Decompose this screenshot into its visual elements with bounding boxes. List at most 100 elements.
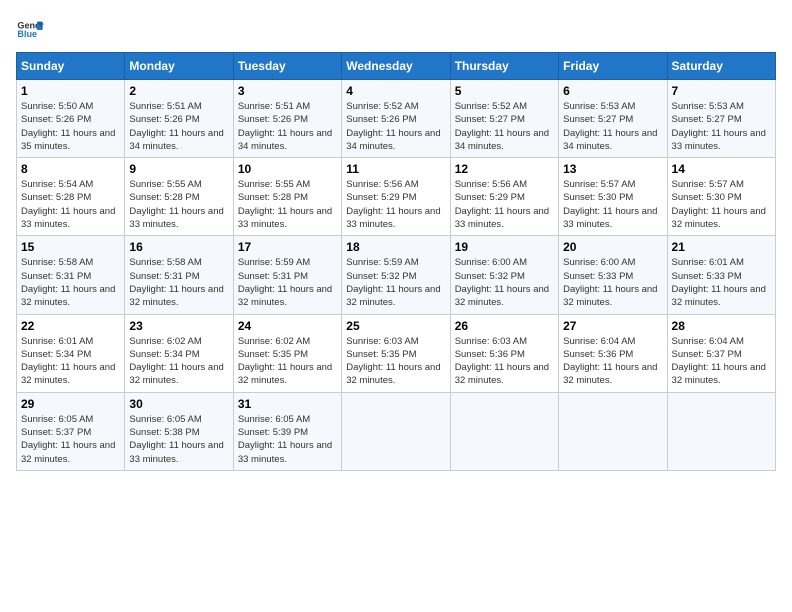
header-row: SundayMondayTuesdayWednesdayThursdayFrid… [17,53,776,80]
calendar-cell: 1 Sunrise: 5:50 AM Sunset: 5:26 PM Dayli… [17,80,125,158]
day-info: Sunrise: 6:04 AM Sunset: 5:36 PM Dayligh… [563,335,662,388]
day-info: Sunrise: 6:00 AM Sunset: 5:32 PM Dayligh… [455,256,554,309]
column-header-wednesday: Wednesday [342,53,450,80]
day-info: Sunrise: 6:03 AM Sunset: 5:35 PM Dayligh… [346,335,445,388]
day-info: Sunrise: 6:05 AM Sunset: 5:38 PM Dayligh… [129,413,228,466]
column-header-monday: Monday [125,53,233,80]
day-number: 24 [238,319,337,333]
day-info: Sunrise: 5:58 AM Sunset: 5:31 PM Dayligh… [21,256,120,309]
day-number: 21 [672,240,771,254]
day-number: 16 [129,240,228,254]
calendar-cell [559,392,667,470]
calendar-cell: 16 Sunrise: 5:58 AM Sunset: 5:31 PM Dayl… [125,236,233,314]
calendar-cell: 28 Sunrise: 6:04 AM Sunset: 5:37 PM Dayl… [667,314,775,392]
day-number: 7 [672,84,771,98]
calendar-cell: 24 Sunrise: 6:02 AM Sunset: 5:35 PM Dayl… [233,314,341,392]
calendar-cell: 6 Sunrise: 5:53 AM Sunset: 5:27 PM Dayli… [559,80,667,158]
calendar-cell: 26 Sunrise: 6:03 AM Sunset: 5:36 PM Dayl… [450,314,558,392]
day-info: Sunrise: 6:01 AM Sunset: 5:34 PM Dayligh… [21,335,120,388]
day-number: 26 [455,319,554,333]
calendar-cell: 25 Sunrise: 6:03 AM Sunset: 5:35 PM Dayl… [342,314,450,392]
day-info: Sunrise: 5:53 AM Sunset: 5:27 PM Dayligh… [563,100,662,153]
calendar-cell: 5 Sunrise: 5:52 AM Sunset: 5:27 PM Dayli… [450,80,558,158]
calendar-cell: 12 Sunrise: 5:56 AM Sunset: 5:29 PM Dayl… [450,158,558,236]
day-info: Sunrise: 6:05 AM Sunset: 5:37 PM Dayligh… [21,413,120,466]
column-header-sunday: Sunday [17,53,125,80]
day-number: 27 [563,319,662,333]
day-info: Sunrise: 5:59 AM Sunset: 5:31 PM Dayligh… [238,256,337,309]
day-number: 4 [346,84,445,98]
calendar-cell: 20 Sunrise: 6:00 AM Sunset: 5:33 PM Dayl… [559,236,667,314]
calendar-cell: 2 Sunrise: 5:51 AM Sunset: 5:26 PM Dayli… [125,80,233,158]
calendar-week-2: 8 Sunrise: 5:54 AM Sunset: 5:28 PM Dayli… [17,158,776,236]
calendar-cell [450,392,558,470]
calendar-table: SundayMondayTuesdayWednesdayThursdayFrid… [16,52,776,471]
day-number: 20 [563,240,662,254]
day-number: 2 [129,84,228,98]
calendar-cell: 14 Sunrise: 5:57 AM Sunset: 5:30 PM Dayl… [667,158,775,236]
calendar-cell: 4 Sunrise: 5:52 AM Sunset: 5:26 PM Dayli… [342,80,450,158]
day-info: Sunrise: 5:51 AM Sunset: 5:26 PM Dayligh… [129,100,228,153]
day-info: Sunrise: 5:57 AM Sunset: 5:30 PM Dayligh… [563,178,662,231]
day-info: Sunrise: 5:56 AM Sunset: 5:29 PM Dayligh… [455,178,554,231]
calendar-cell: 23 Sunrise: 6:02 AM Sunset: 5:34 PM Dayl… [125,314,233,392]
day-info: Sunrise: 5:52 AM Sunset: 5:27 PM Dayligh… [455,100,554,153]
day-number: 30 [129,397,228,411]
logo: General Blue [16,16,44,44]
calendar-cell [667,392,775,470]
day-number: 3 [238,84,337,98]
day-number: 19 [455,240,554,254]
day-number: 8 [21,162,120,176]
day-info: Sunrise: 5:55 AM Sunset: 5:28 PM Dayligh… [238,178,337,231]
day-number: 11 [346,162,445,176]
day-info: Sunrise: 5:56 AM Sunset: 5:29 PM Dayligh… [346,178,445,231]
calendar-cell [342,392,450,470]
svg-text:Blue: Blue [17,29,37,39]
calendar-cell: 9 Sunrise: 5:55 AM Sunset: 5:28 PM Dayli… [125,158,233,236]
day-number: 1 [21,84,120,98]
column-header-tuesday: Tuesday [233,53,341,80]
calendar-cell: 3 Sunrise: 5:51 AM Sunset: 5:26 PM Dayli… [233,80,341,158]
day-number: 28 [672,319,771,333]
day-number: 5 [455,84,554,98]
day-number: 10 [238,162,337,176]
calendar-cell: 7 Sunrise: 5:53 AM Sunset: 5:27 PM Dayli… [667,80,775,158]
calendar-cell: 18 Sunrise: 5:59 AM Sunset: 5:32 PM Dayl… [342,236,450,314]
page-header: General Blue [16,16,776,44]
calendar-week-3: 15 Sunrise: 5:58 AM Sunset: 5:31 PM Dayl… [17,236,776,314]
calendar-cell: 15 Sunrise: 5:58 AM Sunset: 5:31 PM Dayl… [17,236,125,314]
column-header-thursday: Thursday [450,53,558,80]
day-number: 25 [346,319,445,333]
day-number: 29 [21,397,120,411]
day-info: Sunrise: 6:01 AM Sunset: 5:33 PM Dayligh… [672,256,771,309]
day-info: Sunrise: 6:00 AM Sunset: 5:33 PM Dayligh… [563,256,662,309]
day-info: Sunrise: 6:03 AM Sunset: 5:36 PM Dayligh… [455,335,554,388]
day-info: Sunrise: 5:52 AM Sunset: 5:26 PM Dayligh… [346,100,445,153]
calendar-week-4: 22 Sunrise: 6:01 AM Sunset: 5:34 PM Dayl… [17,314,776,392]
day-info: Sunrise: 5:57 AM Sunset: 5:30 PM Dayligh… [672,178,771,231]
column-header-saturday: Saturday [667,53,775,80]
day-number: 18 [346,240,445,254]
day-info: Sunrise: 6:05 AM Sunset: 5:39 PM Dayligh… [238,413,337,466]
calendar-cell: 13 Sunrise: 5:57 AM Sunset: 5:30 PM Dayl… [559,158,667,236]
calendar-cell: 29 Sunrise: 6:05 AM Sunset: 5:37 PM Dayl… [17,392,125,470]
day-info: Sunrise: 5:51 AM Sunset: 5:26 PM Dayligh… [238,100,337,153]
calendar-cell: 31 Sunrise: 6:05 AM Sunset: 5:39 PM Dayl… [233,392,341,470]
calendar-cell: 10 Sunrise: 5:55 AM Sunset: 5:28 PM Dayl… [233,158,341,236]
column-header-friday: Friday [559,53,667,80]
calendar-week-1: 1 Sunrise: 5:50 AM Sunset: 5:26 PM Dayli… [17,80,776,158]
day-number: 14 [672,162,771,176]
calendar-cell: 21 Sunrise: 6:01 AM Sunset: 5:33 PM Dayl… [667,236,775,314]
day-info: Sunrise: 5:55 AM Sunset: 5:28 PM Dayligh… [129,178,228,231]
day-info: Sunrise: 5:50 AM Sunset: 5:26 PM Dayligh… [21,100,120,153]
day-info: Sunrise: 5:59 AM Sunset: 5:32 PM Dayligh… [346,256,445,309]
day-number: 23 [129,319,228,333]
day-info: Sunrise: 6:02 AM Sunset: 5:34 PM Dayligh… [129,335,228,388]
day-number: 6 [563,84,662,98]
calendar-cell: 22 Sunrise: 6:01 AM Sunset: 5:34 PM Dayl… [17,314,125,392]
calendar-cell: 19 Sunrise: 6:00 AM Sunset: 5:32 PM Dayl… [450,236,558,314]
calendar-week-5: 29 Sunrise: 6:05 AM Sunset: 5:37 PM Dayl… [17,392,776,470]
logo-icon: General Blue [16,16,44,44]
day-number: 31 [238,397,337,411]
day-info: Sunrise: 5:58 AM Sunset: 5:31 PM Dayligh… [129,256,228,309]
